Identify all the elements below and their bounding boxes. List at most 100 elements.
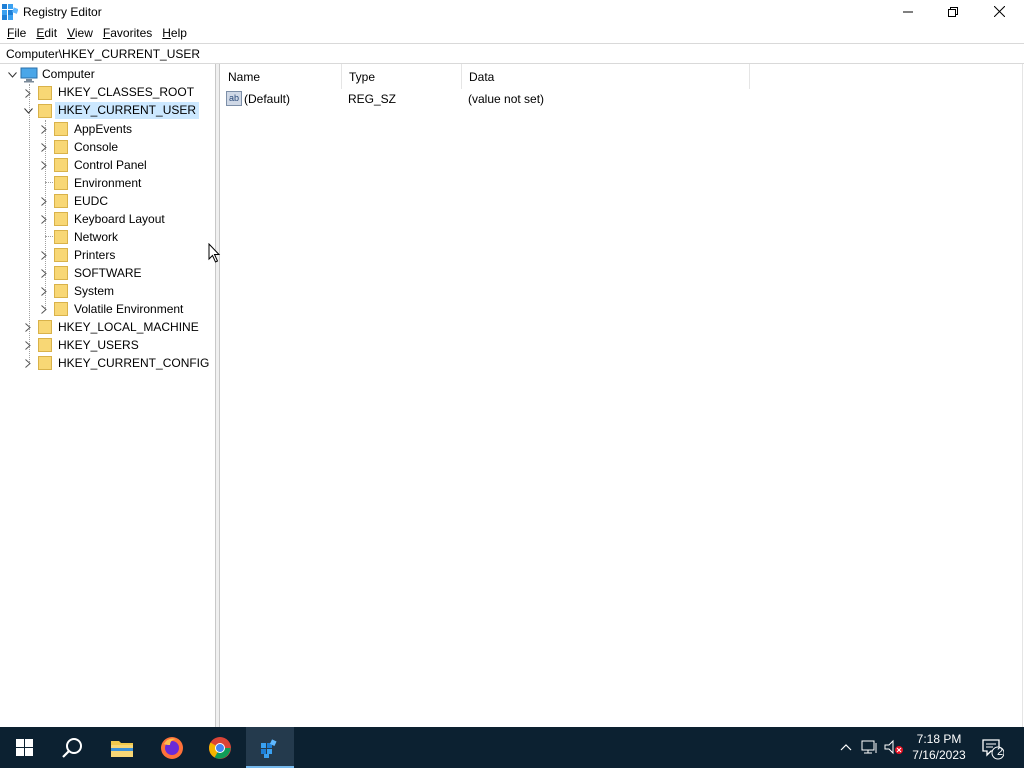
taskbar: 7:18 PM 7/16/2023 2 bbox=[0, 727, 1024, 768]
tree-label: Printers bbox=[74, 247, 116, 262]
folder-icon bbox=[54, 176, 68, 190]
network-icon[interactable] bbox=[860, 737, 880, 757]
search-button[interactable] bbox=[48, 727, 96, 768]
registry-editor-taskbar-button[interactable] bbox=[246, 727, 294, 768]
tree-item-hkey-users[interactable]: HKEY_USERS bbox=[0, 336, 215, 354]
chrome-button[interactable] bbox=[196, 727, 244, 768]
restore-button[interactable] bbox=[930, 0, 976, 23]
column-header-type[interactable]: Type bbox=[342, 64, 462, 89]
tree-label: Keyboard Layout bbox=[74, 211, 165, 226]
tree-label: AppEvents bbox=[74, 121, 133, 136]
tree-label: Control Panel bbox=[74, 157, 147, 172]
chevron-right-icon[interactable] bbox=[38, 192, 50, 210]
windows-logo-icon bbox=[15, 739, 33, 756]
chrome-icon bbox=[209, 736, 231, 759]
menu-label: iew bbox=[74, 25, 93, 40]
tree-item-hkey-current-user[interactable]: HKEY_CURRENT_USER bbox=[0, 102, 215, 120]
tray-overflow-chevron-icon[interactable] bbox=[836, 737, 856, 757]
clock-time: 7:18 PM bbox=[916, 732, 962, 746]
list-header: Name Type Data bbox=[221, 64, 1023, 89]
string-value-icon: ab bbox=[226, 91, 242, 106]
folder-icon bbox=[54, 212, 68, 226]
file-explorer-button[interactable] bbox=[98, 727, 146, 768]
search-icon bbox=[62, 737, 82, 758]
menu-file[interactable]: File bbox=[2, 24, 31, 43]
tree-item-environment[interactable]: Environment bbox=[0, 174, 215, 192]
pane-splitter[interactable] bbox=[216, 64, 220, 727]
tree-label: Console bbox=[74, 139, 119, 154]
tree-label: Volatile Environment bbox=[74, 301, 184, 316]
chevron-down-icon[interactable] bbox=[22, 102, 34, 120]
menu-label: ile bbox=[14, 25, 27, 40]
tree-label: HKEY_LOCAL_MACHINE bbox=[58, 319, 199, 334]
tree-item-printers[interactable]: Printers bbox=[0, 246, 215, 264]
chevron-right-icon[interactable] bbox=[38, 138, 50, 156]
chevron-down-icon[interactable] bbox=[6, 66, 18, 84]
chevron-right-icon[interactable] bbox=[38, 210, 50, 228]
values-list[interactable]: Name Type Data ab (Default) REG_SZ (valu… bbox=[221, 64, 1023, 727]
tree-label: Network bbox=[74, 229, 119, 244]
notification-center-button[interactable]: 2 bbox=[980, 736, 1005, 760]
tree-label: HKEY_USERS bbox=[58, 337, 139, 352]
tree-item-control-panel[interactable]: Control Panel bbox=[0, 156, 215, 174]
tree-item-console[interactable]: Console bbox=[0, 138, 215, 156]
tree-item-volatile-environment[interactable]: Volatile Environment bbox=[0, 300, 215, 318]
folder-icon bbox=[38, 338, 52, 352]
menu-favorites[interactable]: Favorites bbox=[98, 24, 157, 43]
firefox-button[interactable] bbox=[148, 727, 196, 768]
tree-item-network[interactable]: Network bbox=[0, 228, 215, 246]
close-button[interactable] bbox=[976, 0, 1022, 23]
chevron-right-icon[interactable] bbox=[38, 264, 50, 282]
tree-label: Environment bbox=[74, 175, 142, 190]
chevron-right-icon[interactable] bbox=[22, 354, 34, 372]
chevron-right-icon[interactable] bbox=[22, 84, 34, 102]
folder-icon bbox=[54, 248, 68, 262]
chevron-right-icon[interactable] bbox=[38, 282, 50, 300]
folder-icon bbox=[54, 302, 68, 316]
computer-icon bbox=[20, 67, 38, 83]
folder-icon bbox=[54, 158, 68, 172]
tree-item-eudc[interactable]: EUDC bbox=[0, 192, 215, 210]
tree-label: HKEY_CLASSES_ROOT bbox=[58, 85, 195, 99]
title-bar: Registry Editor bbox=[0, 0, 1024, 23]
chevron-right-icon[interactable] bbox=[38, 120, 50, 138]
tree-label: HKEY_CURRENT_USER bbox=[55, 102, 200, 119]
tree-item-system[interactable]: System bbox=[0, 282, 215, 300]
tree-item-hkey-classes-root[interactable]: HKEY_CLASSES_ROOT bbox=[0, 84, 215, 102]
address-bar[interactable]: Computer\HKEY_CURRENT_USER bbox=[0, 43, 1024, 64]
chevron-right-icon[interactable] bbox=[22, 318, 34, 336]
menu-help[interactable]: Help bbox=[157, 24, 192, 43]
tree-item-appevents[interactable]: AppEvents bbox=[0, 120, 215, 138]
column-header-name[interactable]: Name bbox=[221, 64, 342, 89]
table-row[interactable]: ab (Default) REG_SZ (value not set) bbox=[221, 90, 1023, 109]
pane-border bbox=[1022, 64, 1023, 727]
tree-item-computer[interactable]: Computer bbox=[0, 66, 215, 84]
start-button[interactable] bbox=[0, 727, 48, 768]
address-path[interactable]: Computer\HKEY_CURRENT_USER bbox=[6, 47, 200, 61]
menu-view[interactable]: View bbox=[62, 24, 98, 43]
clock[interactable]: 7:18 PM 7/16/2023 bbox=[904, 731, 974, 763]
minimize-button[interactable] bbox=[885, 0, 931, 23]
menu-edit[interactable]: Edit bbox=[31, 24, 62, 43]
tree-item-software[interactable]: SOFTWARE bbox=[0, 264, 215, 282]
folder-icon bbox=[54, 122, 68, 136]
chevron-right-icon[interactable] bbox=[38, 300, 50, 318]
volume-muted-icon[interactable] bbox=[884, 737, 904, 757]
chevron-right-icon[interactable] bbox=[38, 156, 50, 174]
tree-label: SOFTWARE bbox=[74, 265, 142, 280]
folder-icon bbox=[54, 266, 68, 280]
key-tree[interactable]: Computer HKEY_CLASSES_ROOT HKEY_CURRENT_… bbox=[0, 64, 216, 727]
tree-item-keyboard-layout[interactable]: Keyboard Layout bbox=[0, 210, 215, 228]
chevron-right-icon[interactable] bbox=[22, 336, 34, 354]
menu-label: dit bbox=[44, 25, 58, 40]
folder-icon bbox=[38, 320, 52, 334]
tree-label: System bbox=[74, 283, 115, 298]
tree-item-hkey-current-config[interactable]: HKEY_CURRENT_CONFIG bbox=[0, 354, 215, 372]
column-header-data[interactable]: Data bbox=[462, 64, 750, 89]
firefox-icon bbox=[161, 736, 183, 759]
folder-icon bbox=[54, 284, 68, 298]
notification-count: 2 bbox=[996, 746, 1004, 758]
value-name: (Default) bbox=[244, 92, 291, 106]
chevron-right-icon[interactable] bbox=[38, 246, 50, 264]
tree-item-hkey-local-machine[interactable]: HKEY_LOCAL_MACHINE bbox=[0, 318, 215, 336]
